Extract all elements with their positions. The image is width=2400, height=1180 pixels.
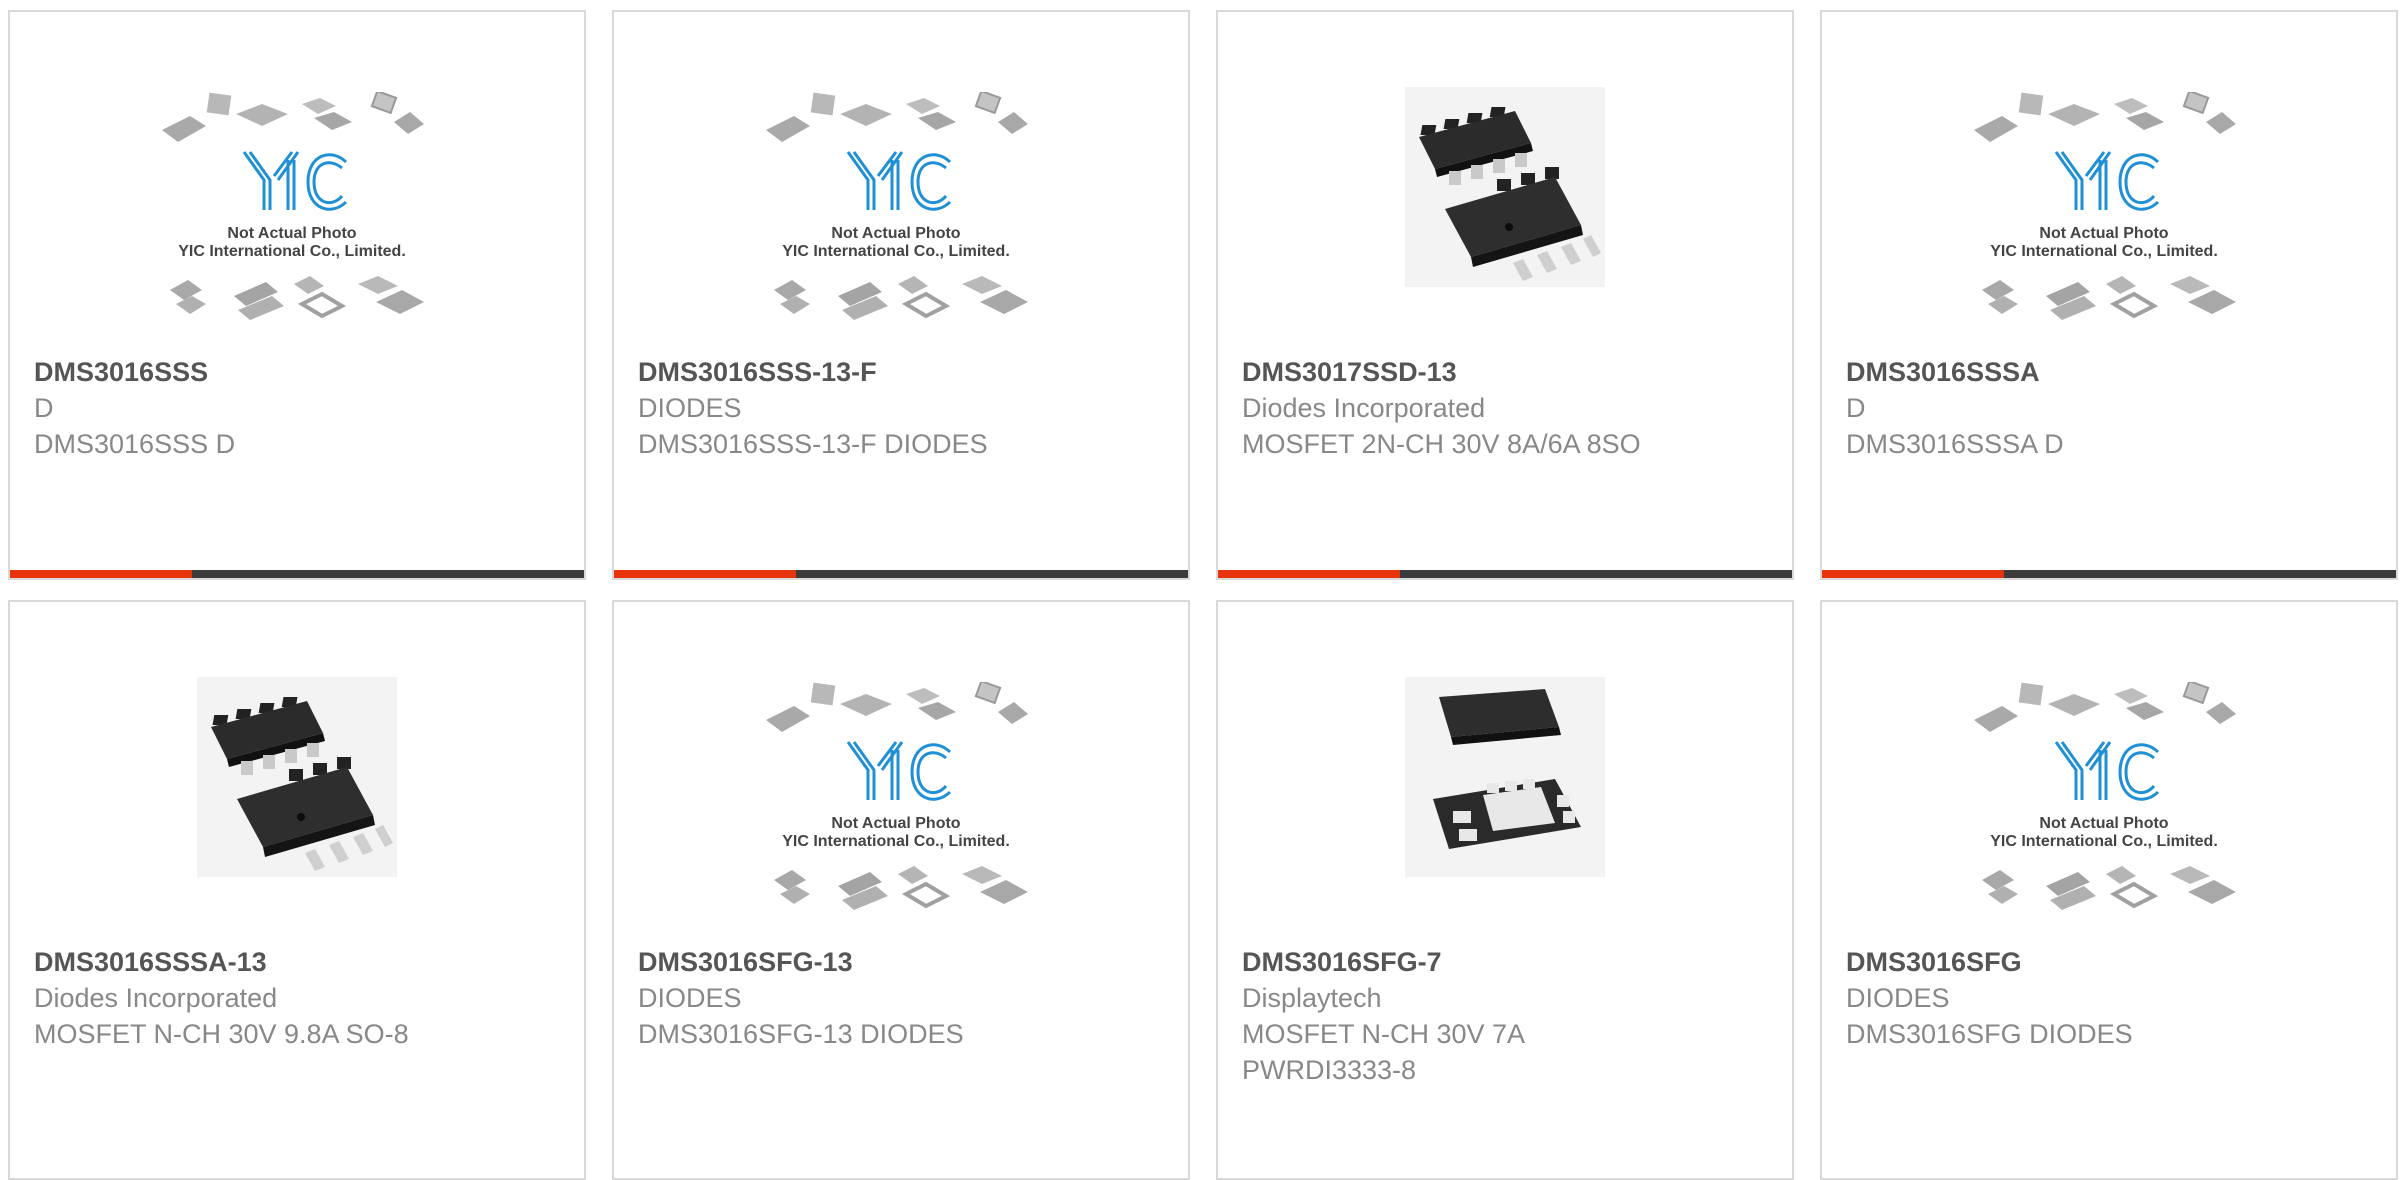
product-card[interactable]: DMS3016SFG-7 Displaytech MOSFET N-CH 30V…: [1216, 600, 1794, 1180]
card-footer-bar: [614, 570, 1188, 578]
yic-placeholder-icon: [1974, 682, 2238, 912]
description: MOSFET N-CH 30V 9.8A SO-8: [34, 1019, 409, 1049]
part-number[interactable]: DMS3016SSS: [34, 354, 560, 390]
part-number[interactable]: DMS3016SSSA: [1846, 354, 2372, 390]
product-image[interactable]: [1218, 87, 1792, 362]
product-card[interactable]: DMS3016SSSA D DMS3016SSSA D: [1820, 10, 2398, 580]
manufacturer: Displaytech: [1242, 983, 1382, 1013]
product-image[interactable]: [1822, 92, 2396, 362]
so8-chip-icon: [197, 677, 397, 877]
card-accent: [614, 570, 796, 578]
card-footer-bar: [1822, 570, 2396, 578]
manufacturer: DIODES: [1846, 983, 1950, 1013]
product-image[interactable]: [614, 682, 1188, 952]
part-number[interactable]: DMS3016SFG-13: [638, 944, 1164, 980]
product-image[interactable]: [10, 677, 584, 952]
manufacturer: D: [1846, 393, 1866, 423]
yic-placeholder-icon: [766, 682, 1030, 912]
card-footer-bar: [1218, 570, 1792, 578]
yic-placeholder-icon: [162, 92, 426, 322]
manufacturer: DIODES: [638, 983, 742, 1013]
part-number[interactable]: DMS3016SSSA-13: [34, 944, 560, 980]
card-accent: [10, 570, 192, 578]
product-card[interactable]: DMS3016SFG DIODES DMS3016SFG DIODES: [1820, 600, 2398, 1180]
part-number[interactable]: DMS3017SSD-13: [1242, 354, 1768, 390]
manufacturer: Diodes Incorporated: [1242, 393, 1486, 423]
product-card[interactable]: DMS3016SFG-13 DIODES DMS3016SFG-13 DIODE…: [612, 600, 1190, 1180]
card-accent: [1822, 570, 2004, 578]
description: MOSFET 2N-CH 30V 8A/6A 8SO: [1242, 429, 1641, 459]
product-image[interactable]: [1218, 677, 1792, 952]
yic-placeholder-icon: [1974, 92, 2238, 322]
product-card[interactable]: DMS3016SSS-13-F DIODES DMS3016SSS-13-F D…: [612, 10, 1190, 580]
product-card[interactable]: DMS3016SSSA-13 Diodes Incorporated MOSFE…: [8, 600, 586, 1180]
manufacturer: D: [34, 393, 54, 423]
description: DMS3016SSSA D: [1846, 429, 2064, 459]
description: DMS3016SFG DIODES: [1846, 1019, 2133, 1049]
part-number[interactable]: DMS3016SSS-13-F: [638, 354, 1164, 390]
description: DMS3016SFG-13 DIODES: [638, 1019, 964, 1049]
dfn-chip-icon: [1405, 677, 1605, 877]
description: DMS3016SSS D: [34, 429, 236, 459]
product-image[interactable]: [10, 92, 584, 362]
description: DMS3016SSS-13-F DIODES: [638, 429, 988, 459]
part-number[interactable]: DMS3016SFG: [1846, 944, 2372, 980]
description: MOSFET N-CH 30V 7A PWRDI3333-8: [1242, 1019, 1524, 1085]
product-image[interactable]: [1822, 682, 2396, 952]
yic-placeholder-icon: [766, 92, 1030, 322]
product-card[interactable]: DMS3017SSD-13 Diodes Incorporated MOSFET…: [1216, 10, 1794, 580]
product-grid: DMS3016SSS D DMS3016SSS D DMS3016SSS-13-…: [0, 0, 2400, 1180]
product-image[interactable]: [614, 92, 1188, 362]
card-accent: [1218, 570, 1400, 578]
manufacturer: Diodes Incorporated: [34, 983, 278, 1013]
card-footer-bar: [10, 570, 584, 578]
so8-chip-icon: [1405, 87, 1605, 287]
manufacturer: DIODES: [638, 393, 742, 423]
product-card[interactable]: DMS3016SSS D DMS3016SSS D: [8, 10, 586, 580]
part-number[interactable]: DMS3016SFG-7: [1242, 944, 1768, 980]
